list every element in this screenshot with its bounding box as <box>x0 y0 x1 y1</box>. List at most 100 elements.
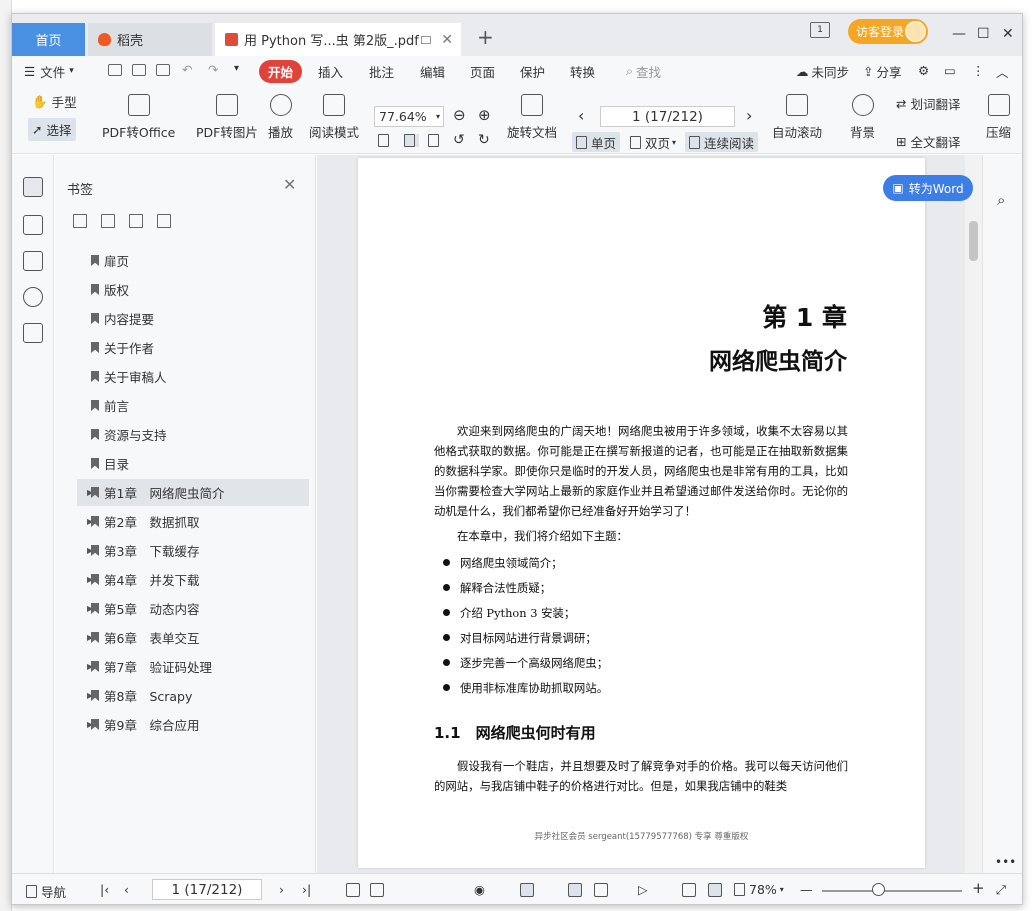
scrollbar-thumb[interactable] <box>969 221 978 261</box>
play-icon[interactable]: ▷ <box>638 882 648 897</box>
zoom-slider[interactable] <box>822 890 962 892</box>
fit-page-icon[interactable] <box>404 134 419 147</box>
quick-access-dropdown-icon[interactable]: ▾ <box>234 63 239 74</box>
double-page-view-icon[interactable] <box>594 883 608 897</box>
tab-home[interactable]: 首页 <box>12 23 85 56</box>
add-bookmark-icon[interactable] <box>73 214 87 228</box>
add-child-bookmark-icon[interactable] <box>101 214 115 228</box>
bookmark-item[interactable]: ▶ 第2章 数据抓取 <box>77 508 309 535</box>
signature-panel-icon[interactable] <box>23 323 43 343</box>
bookmark-item[interactable]: ▶ 第7章 验证码处理 <box>77 653 309 680</box>
menu-protect[interactable]: 保护 <box>520 62 545 81</box>
continuous-view-icon[interactable] <box>520 883 534 897</box>
close-icon[interactable]: ✕ <box>283 175 296 194</box>
save-icon[interactable] <box>132 64 146 76</box>
zoom-slider-handle[interactable] <box>872 883 885 896</box>
maximize-icon[interactable]: ☐ <box>977 22 990 46</box>
minimize-icon[interactable]: — <box>952 22 966 46</box>
zoom-out-icon[interactable]: ⊖ <box>453 106 466 124</box>
sync-status[interactable]: ☁ 未同步 <box>796 62 849 81</box>
bookmark-item[interactable]: ▶ 第6章 表单交互 <box>77 624 309 651</box>
collapse-ribbon-icon[interactable]: ︿ <box>996 62 1009 81</box>
select-tool-button[interactable]: ➚ 选择 <box>28 118 76 141</box>
single-page-button[interactable]: 单页 <box>572 132 621 152</box>
word-translate-button[interactable]: ⇄ 划词翻译 <box>896 94 961 113</box>
pdf-to-image-button[interactable]: PDF转图片 <box>196 94 258 141</box>
zoom-in-icon[interactable]: + <box>972 879 985 897</box>
play-button[interactable]: 播放 <box>268 94 293 141</box>
tab-daoke[interactable]: 稻壳 <box>88 23 212 56</box>
zoom-in-icon[interactable]: ⊕ <box>478 106 491 124</box>
open-folder-icon[interactable] <box>108 64 122 76</box>
tab-document[interactable]: 用 Python 写...虫 第2版_.pdf ✕ <box>215 23 461 56</box>
settings-icon[interactable]: ⚙ <box>918 63 929 78</box>
search-button[interactable]: ⌕ 查找 <box>626 62 661 81</box>
bookmark-item[interactable]: ▶ 第5章 动态内容 <box>77 595 309 622</box>
prev-page-icon[interactable]: ‹ <box>124 882 129 897</box>
undo-icon[interactable]: ↶ <box>182 62 192 77</box>
read-mode-button[interactable]: 阅读模式 <box>309 94 359 141</box>
fit-width-icon[interactable] <box>428 134 443 147</box>
fullscreen-icon[interactable]: ⤢ <box>996 882 1006 898</box>
continuous-read-button[interactable]: 连续阅读 <box>685 132 759 152</box>
menu-annotate[interactable]: 批注 <box>369 62 394 81</box>
file-menu[interactable]: ☰ 文件 ▾ <box>24 62 74 81</box>
bookmark-item[interactable]: 前言 <box>77 392 309 419</box>
eye-icon[interactable]: ◉ <box>474 882 485 897</box>
last-page-icon[interactable]: ›| <box>302 882 311 897</box>
background-button[interactable]: 背景 <box>850 94 875 141</box>
prev-page-icon[interactable]: ‹ <box>578 106 584 125</box>
thumbnail-panel-icon[interactable] <box>23 215 43 235</box>
convert-to-word-button[interactable]: ▣ 转为Word <box>883 175 973 201</box>
hand-tool-button[interactable]: ✋ 手型 <box>32 92 77 111</box>
bookmark-item[interactable]: ▶ 第3章 下载缓存 <box>77 537 309 564</box>
attachment-panel-icon[interactable] <box>23 287 43 307</box>
expand-bookmarks-icon[interactable] <box>129 214 143 228</box>
next-page-icon[interactable]: › <box>279 882 284 897</box>
zoom-out-icon[interactable]: — <box>800 882 813 897</box>
bookmark-item[interactable]: ▶ 第4章 并发下载 <box>77 566 309 593</box>
fit-page-icon[interactable] <box>708 883 722 897</box>
double-page-button[interactable]: 双页 ▾ <box>626 132 680 152</box>
vertical-scrollbar[interactable] <box>965 155 982 873</box>
tab-float-icon[interactable] <box>421 35 431 44</box>
share-button[interactable]: ⇪ 分享 <box>863 62 902 81</box>
bookmark-item[interactable]: 扉页 <box>77 247 309 274</box>
more-icon[interactable]: ••• <box>995 855 1016 869</box>
actual-size-icon[interactable] <box>378 134 393 147</box>
back-icon[interactable] <box>346 883 360 897</box>
visitor-login-button[interactable]: 访客登录 <box>848 19 928 44</box>
tab-count-icon[interactable]: 1 <box>810 22 830 38</box>
single-page-view-icon[interactable] <box>568 883 582 897</box>
print-icon[interactable] <box>156 64 170 76</box>
bookmark-item[interactable]: 内容提要 <box>77 305 309 332</box>
rotate-document-button[interactable]: 旋转文档 <box>507 94 557 141</box>
bookmark-item[interactable]: ▶ 第9章 综合应用 <box>77 711 309 738</box>
bookmark-item[interactable]: 目录 <box>77 450 309 477</box>
page-number-input[interactable]: 1 (17/212) <box>600 106 735 127</box>
bookmark-item[interactable]: 关于审稿人 <box>77 363 309 390</box>
zoom-select[interactable]: 77.64% ▾ <box>374 106 444 127</box>
bookmark-item[interactable]: 版权 <box>77 276 309 303</box>
menu-edit[interactable]: 编辑 <box>420 62 445 81</box>
pdf-to-office-button[interactable]: PDF转Office <box>102 94 175 141</box>
menu-insert[interactable]: 插入 <box>318 62 343 81</box>
close-window-icon[interactable]: ✕ <box>1002 22 1014 46</box>
redo-icon[interactable]: ↷ <box>208 62 218 77</box>
more-options-icon[interactable]: ⋮ <box>972 63 985 78</box>
forward-icon[interactable] <box>370 883 384 897</box>
rotate-right-icon[interactable]: ↻ <box>478 132 490 148</box>
bookmark-panel-icon[interactable] <box>23 177 43 197</box>
bookmark-icon[interactable] <box>157 214 171 228</box>
bookmark-item[interactable]: ▶ 第1章 网络爬虫简介 <box>77 479 309 506</box>
comment-panel-icon[interactable] <box>23 251 43 271</box>
navigation-toggle[interactable]: 导航 <box>26 882 66 901</box>
menu-convert[interactable]: 转换 <box>570 62 595 81</box>
auto-scroll-button[interactable]: 自动滚动 <box>772 94 822 141</box>
full-translate-button[interactable]: ⊞ 全文翻译 <box>896 132 961 151</box>
menu-start[interactable]: 开始 <box>259 59 303 83</box>
document-viewport[interactable]: 第 1 章 网络爬虫简介 欢迎来到网络爬虫的广阔天地！网络爬虫被用于许多领域，收… <box>317 155 983 873</box>
new-tab-button[interactable]: + <box>477 25 494 49</box>
actual-size-icon[interactable] <box>682 883 696 897</box>
bookmark-item[interactable]: 关于作者 <box>77 334 309 361</box>
